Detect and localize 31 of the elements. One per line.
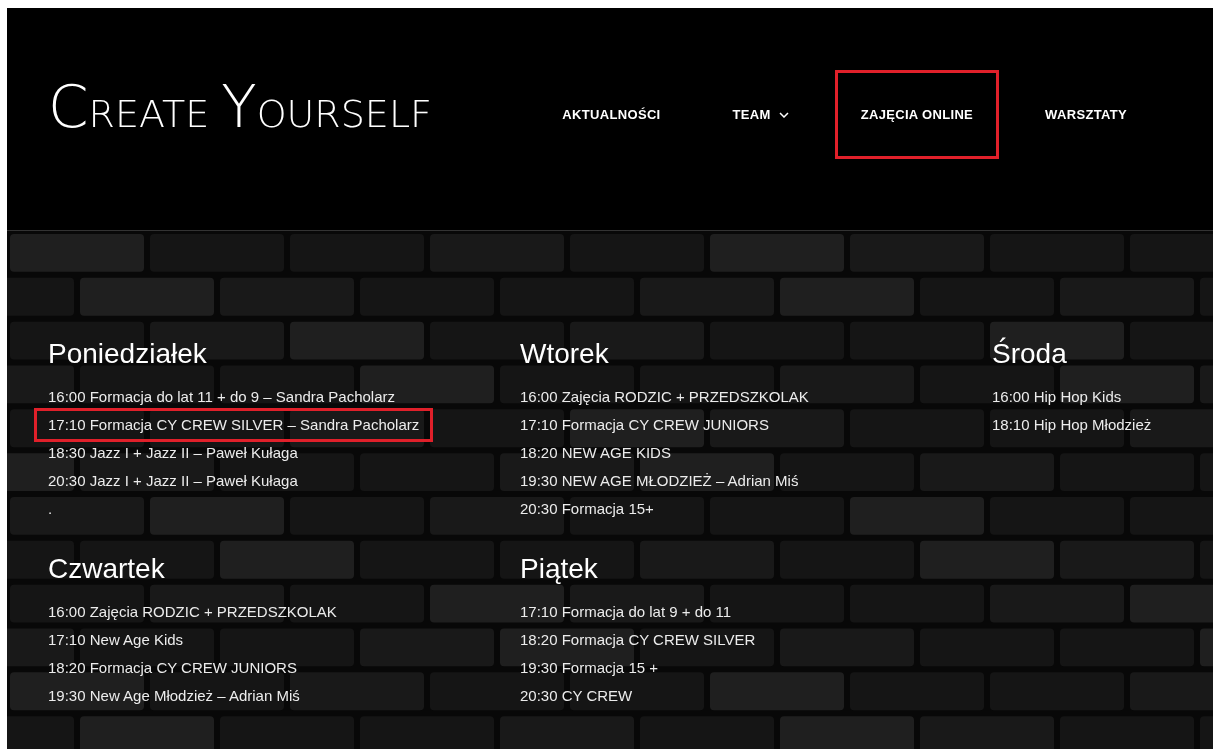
day-heading: Poniedziałek [48, 337, 208, 371]
class-entry: . [48, 499, 53, 519]
class-entry: 17:10 Formacja do lat 9 + do 11 [520, 602, 732, 622]
class-entry: 18:20 Formacja CY CREW JUNIORS [48, 658, 297, 678]
class-entry: 20:30 Jazz I + Jazz II – Paweł Kułaga [48, 471, 298, 491]
class-entry: 20:30 CY CREW [520, 686, 633, 706]
class-entry: 19:30 Formacja 15 + [520, 658, 658, 678]
day-heading: Wtorek [520, 337, 610, 371]
class-entry: 19:30 New Age Młodzież – Adrian Miś [48, 686, 300, 706]
class-entry: 16:00 Formacja do lat 11 + do 9 – Sandra Pacholarz [48, 387, 396, 407]
class-entry: 16:00 Zajęcia RODZIC + PRZEDSZKOLAK [48, 602, 337, 622]
class-entry: 18:10 Hip Hop Młodzież [992, 415, 1152, 435]
class-entry: 18:30 Jazz I + Jazz II – Paweł Kułaga [48, 443, 298, 463]
class-entry: 16:00 Zajęcia RODZIC + PRZEDSZKOLAK [520, 387, 809, 407]
nav-link[interactable]: ZAJĘCIA ONLINE [834, 70, 1000, 159]
class-entry: 18:20 Formacja CY CREW SILVER [520, 630, 756, 650]
class-entry: 17:10 Formacja CY CREW SILVER – Sandra Pacholarz [37, 411, 431, 439]
nav-link[interactable]: AKTUALNOŚCI [536, 70, 687, 159]
class-entry: 20:30 Formacja 15+ [520, 499, 654, 519]
class-entry: 17:10 Formacja CY CREW JUNIORS [520, 415, 769, 435]
day-heading: Czwartek [48, 552, 166, 586]
class-entry: 17:10 New Age Kids [48, 630, 184, 650]
site-logo[interactable]: CREATE YOURSELF [48, 78, 432, 136]
class-entry: 16:00 Hip Hop Kids [992, 387, 1122, 407]
day-heading: Piątek [520, 552, 599, 586]
day-heading: Środa [992, 336, 1068, 371]
nav-link[interactable]: WARSZTATY [1019, 70, 1153, 159]
chevron-down-icon [778, 111, 789, 118]
class-entry: 19:30 NEW AGE MŁODZIEŻ – Adrian Miś [520, 471, 799, 491]
class-entry: 18:20 NEW AGE KIDS [520, 443, 671, 463]
nav-link[interactable]: TEAM [706, 70, 815, 159]
